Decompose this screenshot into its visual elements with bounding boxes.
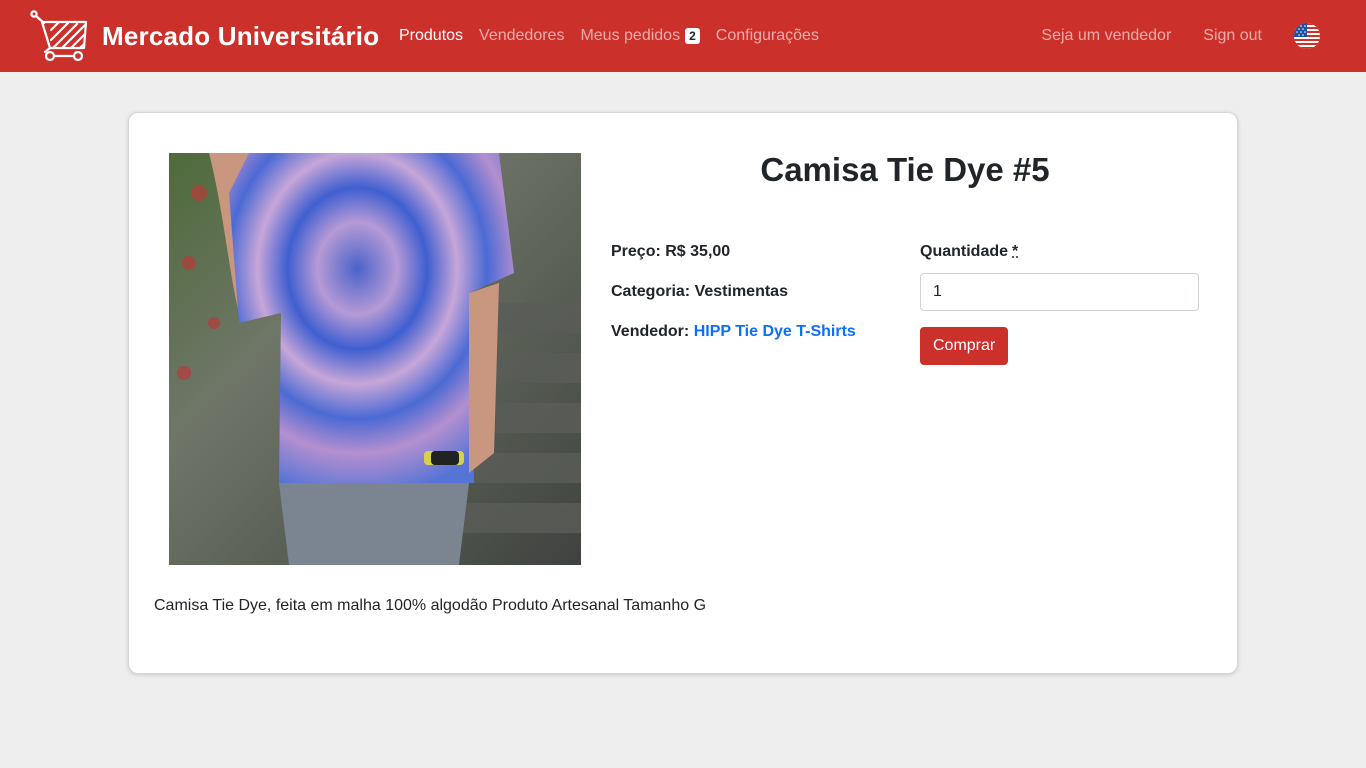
seller-line: Vendedor: HIPP Tie Dye T-Shirts bbox=[611, 323, 856, 341]
nav-produtos[interactable]: Produtos bbox=[399, 27, 463, 45]
product-card: Camisa Tie Dye #5 Preço: R$ 35,00 Catego… bbox=[128, 112, 1238, 674]
shopping-cart-icon bbox=[30, 10, 88, 62]
category-value: Vestimentas bbox=[694, 283, 788, 300]
us-flag-icon[interactable] bbox=[1294, 23, 1320, 49]
category-line: Categoria: Vestimentas bbox=[611, 283, 788, 301]
brand-name: Mercado Universitário bbox=[102, 20, 380, 51]
product-image bbox=[169, 153, 581, 565]
quantity-label: Quantidade * bbox=[920, 243, 1018, 261]
price-label: Preço: bbox=[611, 243, 661, 260]
main-nav: Produtos Vendedores Meus pedidos 2 Confi… bbox=[399, 0, 835, 72]
brand-link[interactable]: Mercado Universitário bbox=[30, 10, 379, 62]
sign-out-link[interactable]: Sign out bbox=[1203, 27, 1262, 45]
product-title: Camisa Tie Dye #5 bbox=[760, 151, 1050, 188]
right-nav: Seja um vendedor Sign out bbox=[1041, 0, 1366, 72]
nav-configuracoes[interactable]: Configurações bbox=[716, 27, 819, 45]
quantity-input[interactable] bbox=[920, 273, 1199, 311]
nav-vendedores[interactable]: Vendedores bbox=[479, 27, 564, 45]
seller-label: Vendedor: bbox=[611, 323, 690, 340]
buy-button[interactable]: Comprar bbox=[920, 327, 1009, 365]
orders-count-badge: 2 bbox=[685, 28, 700, 44]
nav-meus-pedidos[interactable]: Meus pedidos 2 bbox=[580, 27, 700, 45]
price-line: Preço: R$ 35,00 bbox=[611, 243, 730, 261]
price-value: R$ 35,00 bbox=[665, 243, 731, 260]
top-navbar: Mercado Universitário Produtos Vendedore… bbox=[0, 0, 1366, 72]
required-mark: * bbox=[1012, 243, 1019, 260]
product-description: Camisa Tie Dye, feita em malha 100% algo… bbox=[154, 597, 707, 614]
nav-meus-pedidos-label: Meus pedidos bbox=[580, 27, 681, 44]
seller-link[interactable]: HIPP Tie Dye T-Shirts bbox=[694, 323, 856, 340]
category-label: Categoria: bbox=[611, 283, 691, 300]
become-seller-link[interactable]: Seja um vendedor bbox=[1041, 27, 1171, 45]
quantity-label-text: Quantidade bbox=[920, 243, 1009, 260]
